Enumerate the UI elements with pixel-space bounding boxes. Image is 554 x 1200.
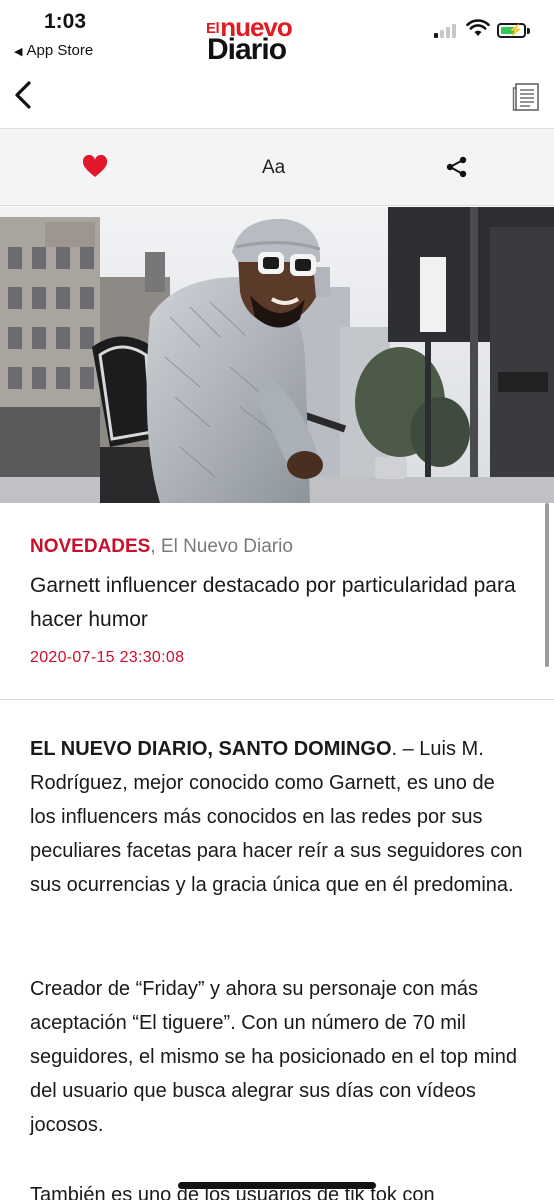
navigation-bar: [0, 66, 554, 128]
font-size-button[interactable]: Aa: [262, 157, 285, 179]
back-app-label: App Store: [26, 42, 94, 59]
battery-tip: [527, 28, 530, 34]
status-time: 1:03: [44, 10, 87, 33]
logo-diario: Diario: [207, 33, 287, 66]
article-date: 2020-07-15 23:30:08: [30, 649, 185, 666]
article-paragraph-2: Creador de “Friday” y ahora su personaje…: [30, 978, 517, 1136]
article-lead-text: . – Luis M. Rodríguez, mejor conocido co…: [30, 738, 523, 896]
article-source: , El Nuevo Diario: [150, 536, 293, 557]
article-action-bar: Aa: [0, 128, 554, 206]
back-chevron-icon[interactable]: [8, 78, 42, 112]
article-category[interactable]: NOVEDADES: [30, 536, 150, 557]
back-triangle-icon: ◀: [14, 46, 23, 58]
back-to-app-store[interactable]: ◀ App Store: [14, 42, 93, 59]
article-category-line: NOVEDADES, El Nuevo Diario: [30, 536, 293, 558]
home-indicator[interactable]: [178, 1182, 376, 1189]
scroll-indicator[interactable]: [545, 503, 549, 667]
charging-bolt-icon: ⚡: [508, 23, 523, 37]
document-icon[interactable]: [512, 82, 540, 112]
status-bar: 1:03 ◀ App Store Elnuevo Diario ⚡: [0, 0, 554, 66]
wifi-icon: [466, 19, 490, 36]
article-header: NOVEDADES, El Nuevo Diario Garnett influ…: [0, 503, 554, 700]
heart-icon[interactable]: [82, 155, 108, 179]
cellular-signal-icon: [434, 22, 460, 38]
hero-photo: [0, 207, 554, 503]
article-lead-paragraph: EL NUEVO DIARIO, SANTO DOMINGO. – Luis M…: [30, 732, 524, 902]
article-title: Garnett influencer destacado por particu…: [30, 574, 516, 631]
article-body: EL NUEVO DIARIO, SANTO DOMINGO. – Luis M…: [0, 700, 554, 1200]
article-hero-image: [0, 207, 554, 503]
share-icon[interactable]: [445, 155, 469, 179]
article-dateline: EL NUEVO DIARIO, SANTO DOMINGO: [30, 738, 392, 760]
battery-icon: ⚡: [497, 23, 526, 38]
brand-logo: Elnuevo Diario: [206, 14, 330, 66]
